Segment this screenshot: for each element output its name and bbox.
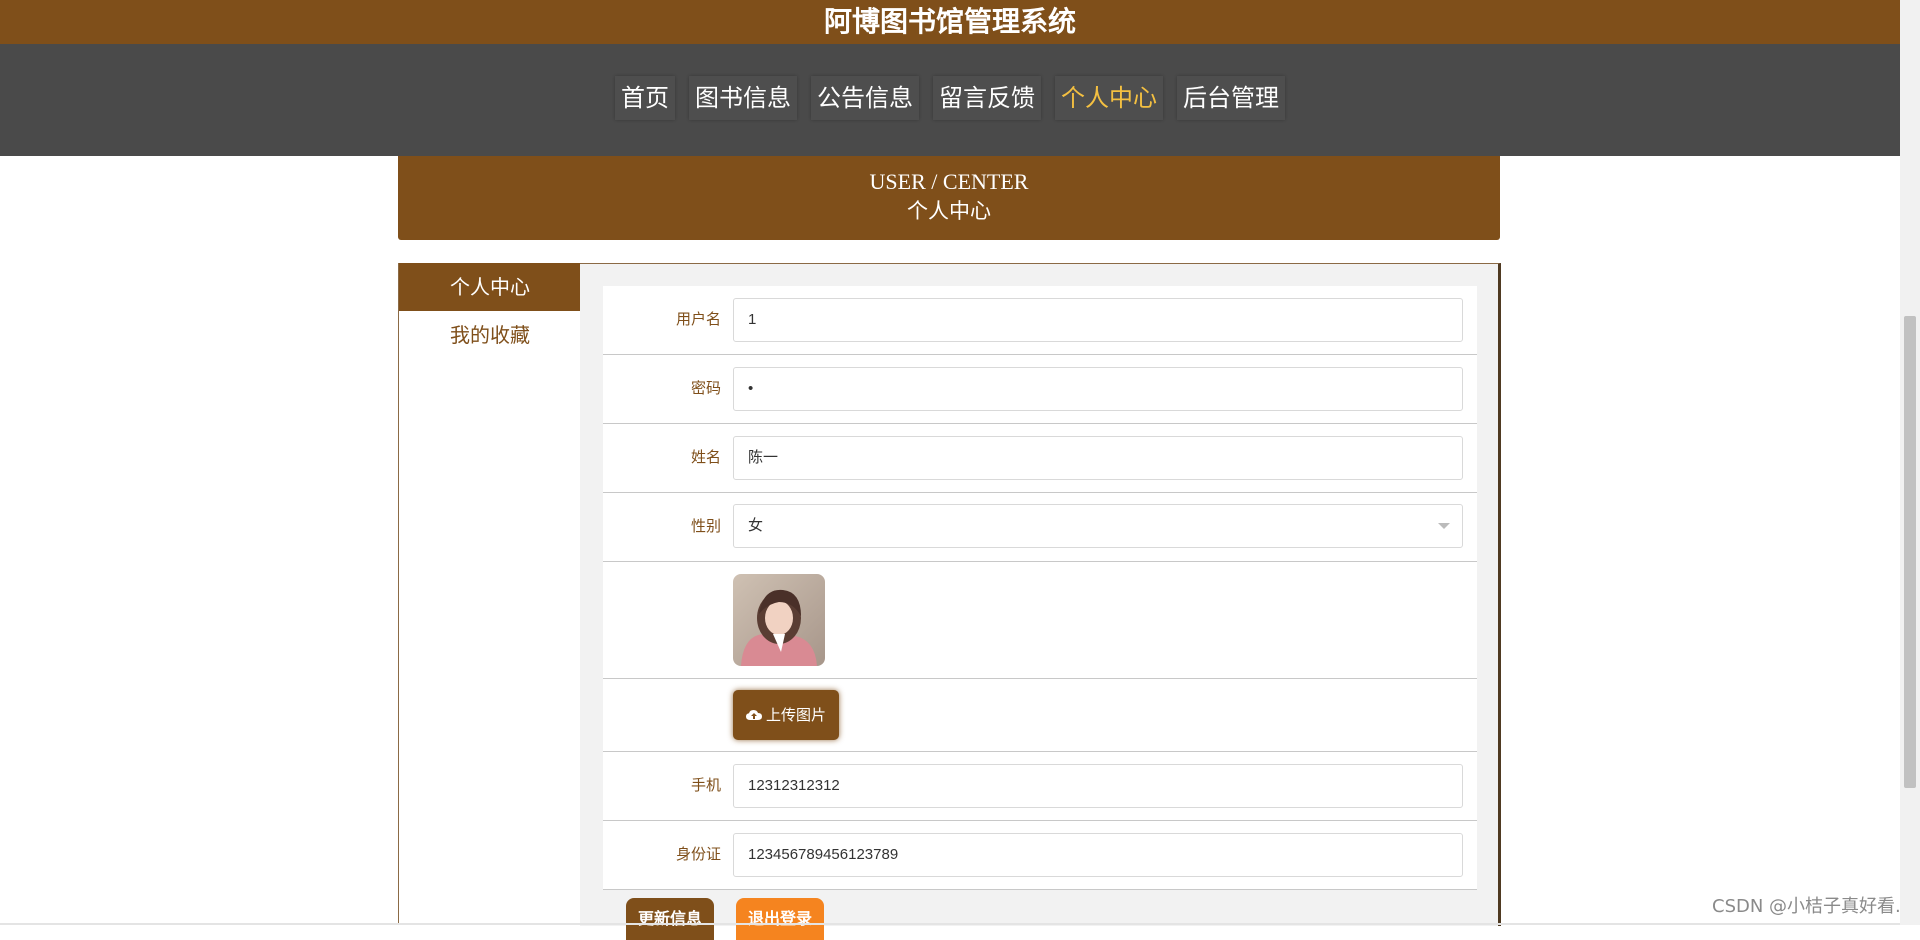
update-info-button[interactable]: 更新信息 <box>626 898 715 940</box>
logout-button[interactable]: 退出登录 <box>736 898 825 940</box>
phone-label: 手机 <box>690 776 721 794</box>
form-row-avatar <box>603 562 1477 679</box>
upload-image-button[interactable]: 上传图片 <box>733 690 839 740</box>
form-row-upload: 上传图片 <box>603 679 1477 752</box>
nav-item-books[interactable]: 图书信息 <box>689 76 797 120</box>
sidebar-menu: 个人中心 我的收藏 <box>398 263 582 925</box>
scrollbar-thumb[interactable] <box>1904 316 1916 788</box>
gender-selected-value: 女 <box>748 517 764 534</box>
profile-panel: 用户名 1 密码 • 姓名 陈一 性别 女 上传图片 手机 1231231231… <box>580 263 1501 940</box>
form-row-phone: 手机 12312312312 <box>603 752 1477 821</box>
chevron-down-icon <box>1438 523 1450 529</box>
password-label: 密码 <box>690 379 721 397</box>
cloud-upload-icon <box>745 691 762 741</box>
form-row-id-card: 身份证 123456789456123789 <box>603 821 1477 890</box>
sidebar-item-favorites[interactable]: 我的收藏 <box>399 311 581 359</box>
watermark: CSDN @小桔子真好看. <box>1712 896 1901 917</box>
page-banner: USER / CENTER 个人中心 <box>398 156 1500 240</box>
site-title: 阿博图书馆管理系统 <box>0 0 1900 45</box>
name-label: 姓名 <box>690 448 721 466</box>
id-card-label: 身份证 <box>675 845 721 863</box>
form-row-gender: 性别 女 <box>603 493 1477 562</box>
nav-item-feedback[interactable]: 留言反馈 <box>933 76 1041 120</box>
phone-field[interactable]: 12312312312 <box>733 764 1463 808</box>
sidebar-item-user-center[interactable]: 个人中心 <box>399 263 581 311</box>
id-card-field[interactable]: 123456789456123789 <box>733 833 1463 877</box>
username-label: 用户名 <box>675 310 721 328</box>
nav-item-home[interactable]: 首页 <box>615 76 675 120</box>
form-row-password: 密码 • <box>603 355 1477 424</box>
nav-item-admin[interactable]: 后台管理 <box>1177 76 1285 120</box>
name-field[interactable]: 陈一 <box>733 436 1463 480</box>
nav-item-user-center[interactable]: 个人中心 <box>1055 76 1163 120</box>
form-row-username: 用户名 1 <box>603 286 1477 355</box>
gender-select[interactable]: 女 <box>733 504 1463 548</box>
main-nav: 首页 图书信息 公告信息 留言反馈 个人中心 后台管理 <box>0 44 1900 156</box>
upload-image-label: 上传图片 <box>765 706 826 724</box>
banner-english-title: USER / CENTER <box>869 169 1029 194</box>
profile-form: 用户名 1 密码 • 姓名 陈一 性别 女 上传图片 手机 1231231231… <box>603 286 1477 890</box>
form-row-name: 姓名 陈一 <box>603 424 1477 493</box>
password-field[interactable]: • <box>733 367 1463 411</box>
banner-chinese-title: 个人中心 <box>907 199 991 223</box>
nav-item-notices[interactable]: 公告信息 <box>811 76 919 120</box>
username-field[interactable]: 1 <box>733 298 1463 342</box>
gender-label: 性别 <box>690 517 721 535</box>
avatar-image <box>733 574 825 666</box>
